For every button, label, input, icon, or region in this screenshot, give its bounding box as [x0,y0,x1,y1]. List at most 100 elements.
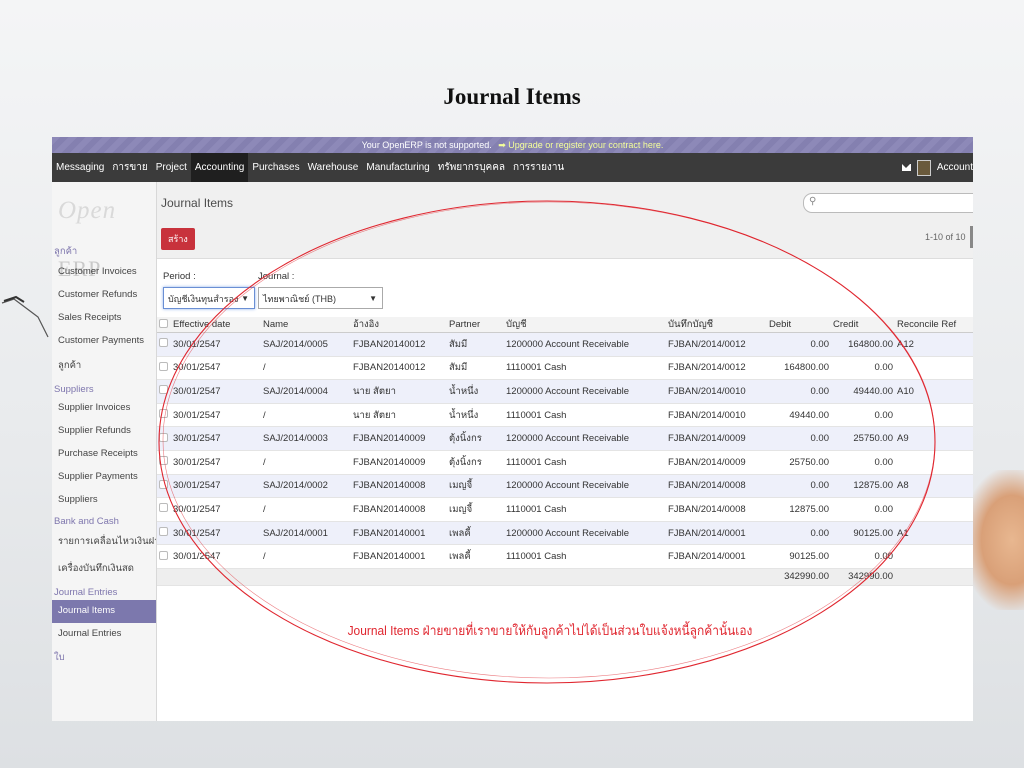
table-cell: A10 [895,379,973,404]
support-banner: Your OpenERP is not supported. ➡ Upgrade… [52,137,973,153]
menu-item[interactable]: Warehouse [304,153,363,182]
sidebar-item[interactable]: Suppliers [52,489,156,512]
table-row[interactable]: 30/01/2547 SAJ/2014/0001 FJBAN20140001 เพลค… [157,521,973,546]
row-checkbox[interactable] [157,521,171,546]
row-checkbox[interactable] [157,356,171,381]
table-row[interactable]: 30/01/2547 SAJ/2014/0005 FJBAN20140012 สัมม… [157,332,973,357]
table-cell: นาย สัตยา [351,379,447,404]
table-cell: / [261,403,351,428]
table-cell: 1200000 Account Receivable [504,332,666,357]
table-cell: SAJ/2014/0002 [261,474,351,499]
table-cell: FJBAN/2014/0009 [666,450,767,475]
row-checkbox[interactable] [157,544,171,569]
table-cell: 30/01/2547 [171,497,261,522]
table-row[interactable]: 30/01/2547 SAJ/2014/0002 FJBAN20140008 เมญจ… [157,474,973,499]
menu-item[interactable]: Messaging [52,153,108,182]
sidebar-item[interactable]: Supplier Refunds [52,420,156,443]
table-cell: 49440.00 [831,379,895,404]
column-header[interactable]: บัญชี [504,317,666,333]
sidebar-item[interactable]: Sales Receipts [52,307,156,330]
total-cell [261,568,351,586]
table-cell: 1110001 Cash [504,544,666,569]
table-cell: FJBAN/2014/0009 [666,426,767,451]
sidebar-section-customers: ลูกค้า [54,246,78,257]
period-select[interactable]: บัญชีเงินทุนสำรอง ▼ [163,287,255,309]
table-cell: 30/01/2547 [171,450,261,475]
row-checkbox[interactable] [157,426,171,451]
table-row[interactable]: 30/01/2547/FJBAN20140008 เมญจี้ 1110001 Ca… [157,497,973,522]
create-button[interactable]: สร้าง [161,228,195,250]
column-header[interactable]: Credit [831,317,895,333]
table-row[interactable]: 30/01/2547/FJBAN20140009 ตุ้งนิ้งกร 111000… [157,450,973,475]
annotation-text: Journal Items ฝ่ายขายที่เราขายให้กับลูกค… [347,623,753,638]
table-cell: 164800.00 [831,332,895,357]
menu-item[interactable]: การขาย [108,153,151,182]
table-cell: FJBAN/2014/0010 [666,403,767,428]
column-header[interactable]: Reconcile Ref [895,317,973,333]
table-cell: FJBAN20140001 [351,544,447,569]
table-cell: 49440.00 [767,403,831,428]
table-cell: A1 [895,521,973,546]
view-switch-button[interactable] [970,226,973,248]
account-menu[interactable]: Account [937,162,973,173]
row-checkbox[interactable] [157,403,171,428]
column-header[interactable]: Partner [447,317,504,333]
column-header[interactable]: Effective date [171,317,261,333]
table-cell: FJBAN20140008 [351,497,447,522]
menu-item[interactable]: ทรัพยากรบุคคล [434,153,509,182]
table-cell: 1110001 Cash [504,403,666,428]
table-cell: 12875.00 [831,474,895,499]
menu-item[interactable]: การรายงาน [509,153,568,182]
sidebar-item[interactable]: Customer Payments [52,330,156,353]
table-row[interactable]: 30/01/2547 SAJ/2014/0004 นาย สัตยา น้ำหนึ่ง… [157,379,973,404]
table-row[interactable]: 30/01/2547 SAJ/2014/0003 FJBAN20140009 ตุ้ง… [157,426,973,451]
sidebar-item-journal-items[interactable]: Journal Items [52,600,156,623]
upgrade-link[interactable]: ➡ Upgrade or register your contract here… [498,140,663,150]
journal-items-table: Effective date Name อ้างอิง Partner บัญช… [157,317,973,586]
row-checkbox[interactable] [157,450,171,475]
period-label: Period : [163,271,196,282]
column-header[interactable]: บันทึกบัญชี [666,317,767,333]
sidebar-item[interactable]: รายการเคลื่อนไหวเงินฝาก... [52,529,156,556]
avatar[interactable] [916,159,931,176]
row-checkbox[interactable] [157,332,171,357]
sidebar-item[interactable]: Supplier Payments [52,466,156,489]
column-header[interactable]: Name [261,317,351,333]
journal-select[interactable]: ไทยพาณิชย์ (THB) ▼ [258,287,383,309]
select-all-checkbox[interactable] [157,317,171,333]
table-row[interactable]: 30/01/2547/นาย สัตยา น้ำหนึ่ง 1110001 Cash… [157,403,973,428]
table-cell: เพลคี้ [447,521,504,546]
row-checkbox[interactable] [157,474,171,499]
column-header[interactable]: อ้างอิง [351,317,447,333]
table-row[interactable]: 30/01/2547/FJBAN20140001 เพลคี้ 1110001 Ca… [157,544,973,569]
table-cell: 30/01/2547 [171,426,261,451]
sidebar-item[interactable]: Journal Entries [52,623,156,646]
mail-icon[interactable] [901,164,911,171]
sidebar-item[interactable]: ลูกค้า [52,353,156,380]
table-cell: SAJ/2014/0005 [261,332,351,357]
sidebar-item[interactable]: Supplier Invoices [52,397,156,420]
row-checkbox[interactable] [157,497,171,522]
row-checkbox[interactable] [157,379,171,404]
slide-title: Journal Items [443,84,581,109]
column-header[interactable]: Debit [767,317,831,333]
table-row[interactable]: 30/01/2547/FJBAN20140012 สัมมี 1110001 Cas… [157,356,973,381]
logo-open: Open [58,197,117,224]
table-cell: FJBAN/2014/0010 [666,379,767,404]
table-cell: น้ำหนึ่ง [447,379,504,404]
journal-label: Journal : [258,271,295,282]
sidebar-item[interactable]: เครื่องบันทึกเงินสด [52,556,156,583]
menu-item[interactable]: Manufacturing [362,153,433,182]
table-cell: น้ำหนึ่ง [447,403,504,428]
period-value: บัญชีเงินทุนสำรอง [168,294,239,304]
table-cell: FJBAN/2014/0001 [666,544,767,569]
sidebar-item[interactable]: Purchase Receipts [52,443,156,466]
total-cell [447,568,504,586]
table-cell: 0.00 [831,544,895,569]
search-input[interactable]: ⚲ [803,193,973,213]
menu-item-active[interactable]: Accounting [190,153,249,182]
menu-item[interactable]: Project [152,153,191,182]
table-cell: FJBAN/2014/0008 [666,497,767,522]
menu-item[interactable]: Purchases [248,153,303,182]
table-cell: 1200000 Account Receivable [504,379,666,404]
